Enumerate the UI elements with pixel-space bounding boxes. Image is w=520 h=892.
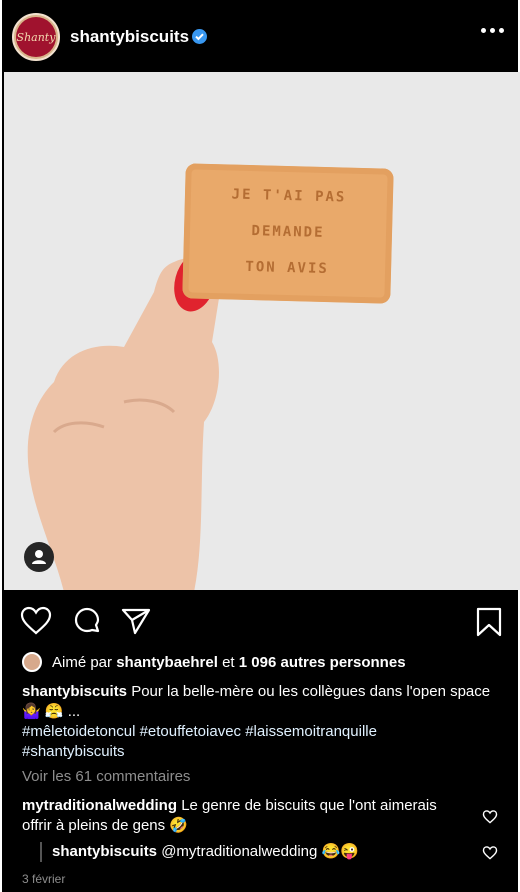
- caption-hashtags[interactable]: #mêletoidetoncul #etouffetoiavec #laisse…: [22, 723, 377, 740]
- user-tag-icon[interactable]: [24, 542, 54, 572]
- cookie-text-line: TON AVIS: [245, 258, 330, 278]
- reply-username[interactable]: shantybiscuits: [52, 843, 157, 860]
- view-comments-link[interactable]: Voir les 61 commentaires: [22, 768, 190, 785]
- send-icon[interactable]: [120, 606, 152, 636]
- comment-item: mytraditionalwedding Le genre de biscuit…: [22, 796, 462, 836]
- verified-badge-icon: [192, 29, 207, 44]
- caption-username[interactable]: shantybiscuits: [22, 683, 127, 700]
- hand-illustration: [27, 252, 221, 590]
- avatar-logo: Shanty: [16, 30, 56, 44]
- cookie-biscuit: JE T'AI PAS DEMANDE TON AVIS: [182, 163, 394, 304]
- more-horizontal-icon[interactable]: [481, 28, 504, 33]
- heart-icon[interactable]: [20, 606, 52, 636]
- reply-text: @mytraditionalwedding 😂😜: [161, 843, 359, 860]
- instagram-post: Shanty shantybiscuits JE T'AI PAS DEMAND…: [0, 0, 520, 892]
- likes-middle: et: [222, 653, 235, 671]
- bookmark-icon[interactable]: [475, 606, 503, 638]
- post-username[interactable]: shantybiscuits: [70, 27, 189, 47]
- comment-icon[interactable]: [72, 606, 102, 636]
- likes-prefix: Aimé par: [52, 653, 113, 671]
- heart-icon[interactable]: [482, 846, 498, 860]
- heart-icon[interactable]: [482, 810, 498, 824]
- likes-line[interactable]: Aimé par shantybaehrel et 1 096 autres p…: [22, 652, 406, 672]
- reply-item: shantybiscuits @mytraditionalwedding 😂😜: [40, 842, 359, 862]
- likes-count[interactable]: 1 096 autres personnes: [239, 654, 406, 671]
- liker-username[interactable]: shantybaehrel: [116, 654, 218, 671]
- post-header: Shanty shantybiscuits: [2, 0, 520, 72]
- action-bar: [2, 598, 520, 646]
- post-date: 3 février: [22, 872, 66, 886]
- cookie-text-line: DEMANDE: [251, 223, 325, 241]
- comment-username[interactable]: mytraditionalwedding: [22, 797, 177, 814]
- post-caption: shantybiscuits Pour la belle-mère ou les…: [22, 682, 504, 762]
- post-photo[interactable]: JE T'AI PAS DEMANDE TON AVIS: [4, 72, 520, 590]
- liker-avatar: [22, 652, 42, 672]
- caption-hashtags[interactable]: #shantybiscuits: [22, 743, 125, 760]
- cookie-text-line: JE T'AI PAS: [231, 186, 347, 206]
- avatar[interactable]: Shanty: [12, 13, 60, 61]
